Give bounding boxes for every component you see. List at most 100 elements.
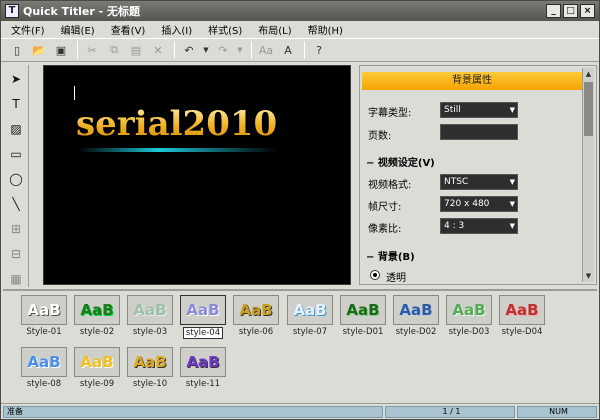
style-item[interactable]: AaB style-D04 (499, 295, 545, 337)
pixel-ratio-value: 4 : 3 (444, 221, 465, 231)
menu-edit[interactable]: 编辑(E) (55, 22, 105, 37)
style-label: style-04 (182, 327, 224, 339)
style-preview: AaB (180, 347, 226, 377)
chevron-down-icon: ▼ (509, 106, 515, 114)
image-tool-icon[interactable]: ▨ (5, 118, 27, 140)
style-item[interactable]: AaB style-10 (127, 347, 173, 389)
style-preview: AaB (74, 295, 120, 325)
style-item[interactable]: AaB style-03 (127, 295, 173, 337)
line-tool-icon[interactable]: ╲ (5, 193, 27, 215)
style-preview: AaB (287, 295, 333, 325)
scroll-up-icon[interactable]: ▲ (583, 68, 594, 80)
status-page: 1 / 1 (385, 406, 515, 418)
rectangle-tool-icon[interactable]: ▭ (5, 143, 27, 165)
close-button[interactable]: × (580, 4, 595, 18)
status-message: 准备 (3, 406, 383, 418)
style-preview: AaB (446, 295, 492, 325)
ellipse-tool-icon[interactable]: ◯ (5, 168, 27, 190)
title-type-select[interactable]: Still ▼ (440, 102, 518, 118)
chevron-down-icon: ▼ (509, 200, 515, 208)
style-label: style-D02 (395, 327, 437, 337)
style-preview: AaB (180, 295, 226, 325)
style-preview: AaB (233, 295, 279, 325)
align-tool-icon[interactable]: ⊞ (5, 218, 27, 240)
undo-icon[interactable]: ↶ (179, 41, 199, 59)
toolbar-separator (77, 41, 78, 59)
style-item[interactable]: AaB style-07 (287, 295, 333, 337)
status-num: NUM (517, 406, 597, 418)
pixel-ratio-label: 像素比: (368, 224, 402, 235)
video-section-header[interactable]: − 视频设定(V) (366, 154, 435, 169)
canvas-title-text[interactable]: serial2010 (76, 104, 277, 144)
title-bar[interactable]: T Quick Titler - 无标题 _ □ × (1, 1, 599, 21)
menu-file[interactable]: 文件(F) (5, 22, 55, 37)
pixel-ratio-select[interactable]: 4 : 3 ▼ (440, 218, 518, 234)
menu-help[interactable]: 帮助(H) (302, 22, 353, 37)
minimize-button[interactable]: _ (546, 4, 561, 18)
style-gallery: AaB Style-01 AaB style-02 AaB style-03 A… (3, 289, 597, 401)
style-label: style-08 (26, 379, 62, 389)
transparent-radio[interactable] (370, 270, 380, 280)
style-item[interactable]: AaB style-D03 (446, 295, 492, 337)
open-folder-icon[interactable]: 📂 (29, 41, 49, 59)
menu-layout[interactable]: 布局(L) (252, 22, 301, 37)
style-label: style-02 (79, 327, 115, 337)
style-label: style-10 (132, 379, 168, 389)
paste-icon[interactable]: ▤ (126, 41, 146, 59)
pointer-icon[interactable]: ➤ (5, 68, 27, 90)
style-item[interactable]: AaB Style-01 (21, 295, 67, 337)
cut-icon[interactable]: ✂ (82, 41, 102, 59)
text-style-icon[interactable]: Aa (256, 41, 276, 59)
style-label: Style-01 (26, 327, 62, 337)
style-item[interactable]: AaB style-11 (180, 347, 226, 389)
style-item-selected[interactable]: AaB style-04 (180, 295, 226, 339)
title-canvas[interactable]: serial2010 (43, 65, 351, 285)
background-section-header[interactable]: − 背景(B) (366, 248, 415, 263)
menu-style[interactable]: 样式(S) (202, 22, 252, 37)
redo-dropdown-icon[interactable]: ▼ (235, 41, 245, 59)
grid-tool-icon[interactable]: ▦ (5, 268, 27, 290)
menu-insert[interactable]: 插入(I) (155, 22, 202, 37)
chevron-down-icon: ▼ (509, 222, 515, 230)
app-window: T Quick Titler - 无标题 _ □ × 文件(F) 编辑(E) 查… (0, 0, 600, 420)
save-icon[interactable]: ▣ (51, 41, 71, 59)
menu-view[interactable]: 查看(V) (105, 22, 156, 37)
frame-size-value: 720 x 480 (444, 199, 490, 209)
toolbar-separator (304, 41, 305, 59)
style-item[interactable]: AaB style-09 (74, 347, 120, 389)
frame-size-select[interactable]: 720 x 480 ▼ (440, 196, 518, 212)
scroll-down-icon[interactable]: ▼ (583, 270, 594, 282)
window-title: Quick Titler - 无标题 (23, 5, 141, 18)
menu-bar: 文件(F) 编辑(E) 查看(V) 插入(I) 样式(S) 布局(L) 帮助(H… (1, 21, 599, 38)
text-caret (74, 86, 75, 100)
arrange-tool-icon[interactable]: ⊟ (5, 243, 27, 265)
style-item[interactable]: AaB style-06 (233, 295, 279, 337)
redo-icon[interactable]: ↷ (213, 41, 233, 59)
status-bar: 准备 1 / 1 NUM (1, 403, 599, 419)
text-tool-icon[interactable]: T (5, 93, 27, 115)
pages-field[interactable] (440, 124, 518, 140)
new-file-icon[interactable]: ▯ (7, 41, 27, 59)
style-preview: AaB (340, 295, 386, 325)
drawing-tools: ➤ T ▨ ▭ ◯ ╲ ⊞ ⊟ ▦ (3, 65, 29, 287)
style-item[interactable]: AaB style-D01 (340, 295, 386, 337)
font-icon[interactable]: A (278, 41, 298, 59)
style-item[interactable]: AaB style-08 (21, 347, 67, 389)
undo-dropdown-icon[interactable]: ▼ (201, 41, 211, 59)
chevron-down-icon: ▼ (509, 178, 515, 186)
help-icon[interactable]: ? (309, 41, 329, 59)
style-item[interactable]: AaB style-02 (74, 295, 120, 337)
copy-icon[interactable]: ⧉ (104, 41, 124, 59)
video-format-select[interactable]: NTSC ▼ (440, 174, 518, 190)
collapse-icon: − (366, 252, 375, 263)
style-item[interactable]: AaB style-D02 (393, 295, 439, 337)
video-format-value: NTSC (444, 177, 469, 187)
style-preview: AaB (127, 295, 173, 325)
delete-icon[interactable]: ✕ (148, 41, 168, 59)
frame-size-label: 帧尺寸: (368, 202, 402, 213)
maximize-button[interactable]: □ (563, 4, 578, 18)
style-label: style-09 (79, 379, 115, 389)
panel-scrollbar[interactable]: ▲ ▼ (582, 68, 594, 282)
scroll-thumb[interactable] (584, 82, 593, 136)
style-preview: AaB (21, 347, 67, 377)
